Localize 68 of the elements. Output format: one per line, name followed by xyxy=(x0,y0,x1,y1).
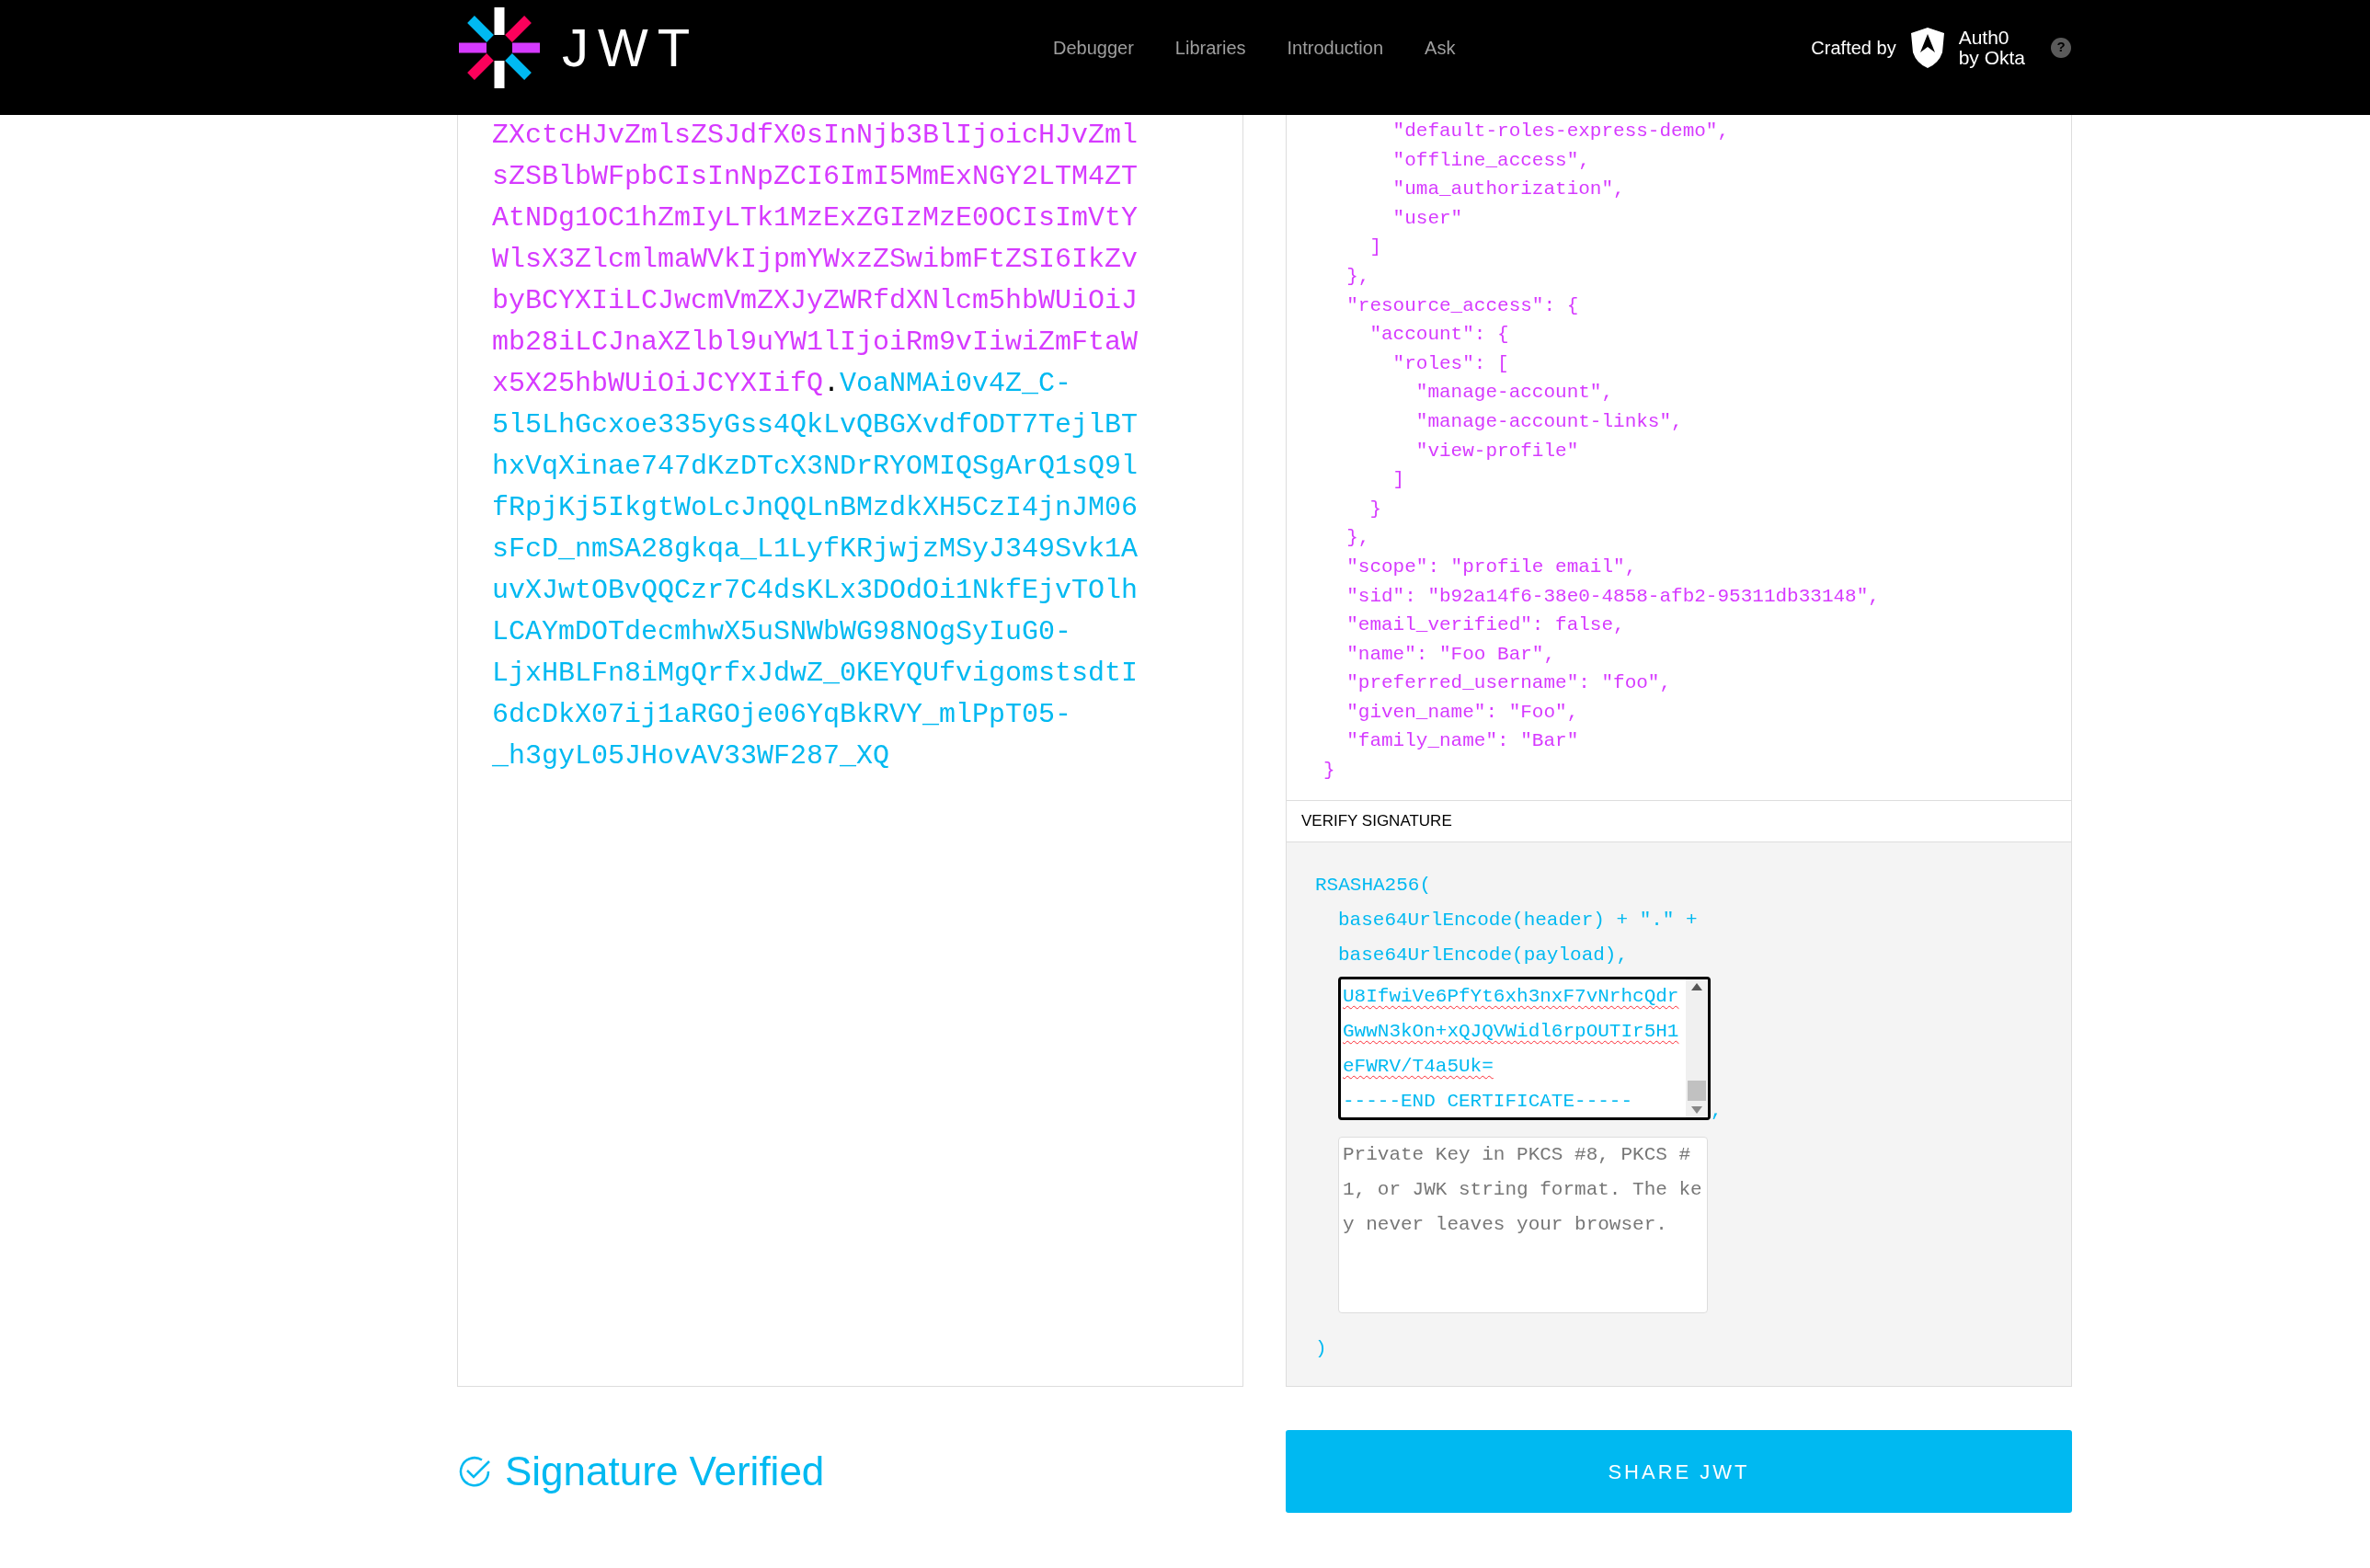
logo-starburst-icon xyxy=(457,5,542,90)
scroll-down-arrow-icon[interactable] xyxy=(1691,1106,1702,1114)
logo-wordmark[interactable]: JWT xyxy=(562,20,700,74)
code-line: } xyxy=(1368,497,1381,521)
code-line: ) xyxy=(1315,1337,1328,1361)
code-line: "manage-account", xyxy=(1414,381,1614,406)
token-text: sFcD_nmSA28gkqa_L1LyfKRjwjzMSyJ349Svk1A xyxy=(492,533,1139,565)
code-line: "sid": "b92a14f6-38e0-4858-afb2-95311db33148", xyxy=(1345,584,1880,609)
code-line: "email_verified": false, xyxy=(1345,613,1625,638)
check-circle-icon xyxy=(457,1454,492,1489)
token-text: VoaNMAi0v4Z_C- xyxy=(840,368,1072,399)
brand-name: Auth0 xyxy=(1958,27,2010,48)
token-text: mb28iLCJnaXZlbl9uYW1lIjoiRm9vIiwiZmFtaW xyxy=(492,326,1139,358)
code-line: "uma_authorization", xyxy=(1391,177,1625,202)
code-line: ] xyxy=(1368,235,1381,260)
code-line: RSASHA256( xyxy=(1315,874,1433,898)
key-line: eFWRV/T4a5Uk= xyxy=(1343,1055,1494,1079)
private-key-field[interactable]: Private Key in PKCS #8, PKCS #1, or JWK string format. The key never leaves your browser. xyxy=(1338,1137,1708,1313)
code-line: "given_name": "Foo", xyxy=(1345,700,1579,725)
token-text: 5l5LhGcxoe335yGss4QkLvQBGXvdfODT7TejlBT xyxy=(492,409,1139,441)
token-text: WlsX3ZlcmlmaWVkIjpmYWxzZSwibmFtZSI6IkZv xyxy=(492,244,1139,275)
shield-icon xyxy=(1908,26,1946,69)
token-text: 6dcDkX07ij1aRGOje06YqBkRVY_mlPpT05- xyxy=(492,699,1072,730)
code-line: "family_name": "Bar" xyxy=(1345,729,1579,754)
token-text: LjxHBLFn8iMgQrfxJdwZ_0KEYQUfvigomstsdtI xyxy=(492,658,1139,689)
code-line: "manage-account-links", xyxy=(1414,409,1683,434)
nav-link[interactable]: Ask xyxy=(1425,33,1456,62)
key-line: GwwN3kOn+xQJQVWidl6rpOUTIr5H1 xyxy=(1343,1020,1679,1044)
code-line: "resource_access": { xyxy=(1345,293,1579,318)
code-line: "view-profile" xyxy=(1414,439,1579,464)
code-line: "scope": "profile email", xyxy=(1345,555,1637,579)
nav-link[interactable]: Debugger xyxy=(1053,33,1134,62)
token-text: _h3gyL05JHovAV33WF287_XQ xyxy=(492,740,890,772)
section-title: VERIFY SIGNATURE xyxy=(1301,811,1452,832)
token-text: uvXJwtOBvQQCzr7C4dsKLx3DOdOi1NkfEjvTOlh xyxy=(492,575,1139,606)
code-line: "user" xyxy=(1391,206,1463,231)
code-line: } xyxy=(1323,759,1335,784)
scrollbar[interactable] xyxy=(1686,979,1708,1117)
key-line: -----END CERTIFICATE----- xyxy=(1343,1090,1633,1114)
code-line: "account": { xyxy=(1368,323,1509,348)
brand-name: by Okta xyxy=(1958,47,2025,68)
code-line: }, xyxy=(1345,264,1370,289)
token-text: AtNDg1OC1hZmIyLTk1MzExZGIzMzE0OCIsImVtY xyxy=(492,202,1139,234)
code-line: "roles": [ xyxy=(1391,351,1509,376)
code-line: "preferred_username": "foo", xyxy=(1345,671,1672,696)
code-line: "default-roles-express-demo", xyxy=(1391,120,1730,143)
status-message: Signature Verified xyxy=(505,1448,825,1495)
token-text: fRpjKj5IkgtWoLcJnQQLnBMzdkXH5CzI4jnJM06 xyxy=(492,492,1139,523)
token-separator: . xyxy=(823,368,841,399)
token-text: ZXctcHJvZmlsZSJdfX0sInNjb3BlIjoicHJvZml xyxy=(492,120,1139,151)
comma: , xyxy=(1711,1102,1723,1120)
token-text: sZSBlbWFpbCIsInNpZCI6ImI5MmExNGY2LTM4ZT xyxy=(492,161,1139,192)
code-line: "offline_access", xyxy=(1391,148,1590,173)
scrollbar-thumb[interactable] xyxy=(1688,1081,1706,1101)
code-line: base64UrlEncode(payload), xyxy=(1338,944,1629,967)
token-text: byBCYXIiLCJwcmVmZXJyZWRfdXNlcm5hbWUiOiJ xyxy=(492,285,1139,316)
code-line: base64UrlEncode(header) + "." + xyxy=(1338,909,1698,933)
nav-link[interactable]: Introduction xyxy=(1287,33,1384,62)
code-line: }, xyxy=(1345,526,1370,551)
scroll-up-arrow-icon[interactable] xyxy=(1691,983,1702,990)
token-text: hxVqXinae747dKzDTcX3NDrRYOMIQSgArQ1sQ9l xyxy=(492,451,1139,482)
token-text: x5X25hbWUiOiJCYXIifQ xyxy=(492,368,824,399)
key-line: U8IfwiVe6PfYt6xh3nxF7vNrhcQdr xyxy=(1343,985,1679,1009)
code-line: ] xyxy=(1391,468,1405,493)
nav-link[interactable]: Libraries xyxy=(1174,33,1246,62)
token-text: LCAYmDOTdecmhwX5uSNWbWG98NOgSyIuG0- xyxy=(492,616,1072,647)
code-line: "name": "Foo Bar", xyxy=(1345,642,1556,667)
crafted-by-label: Crafted by xyxy=(1811,36,1896,60)
